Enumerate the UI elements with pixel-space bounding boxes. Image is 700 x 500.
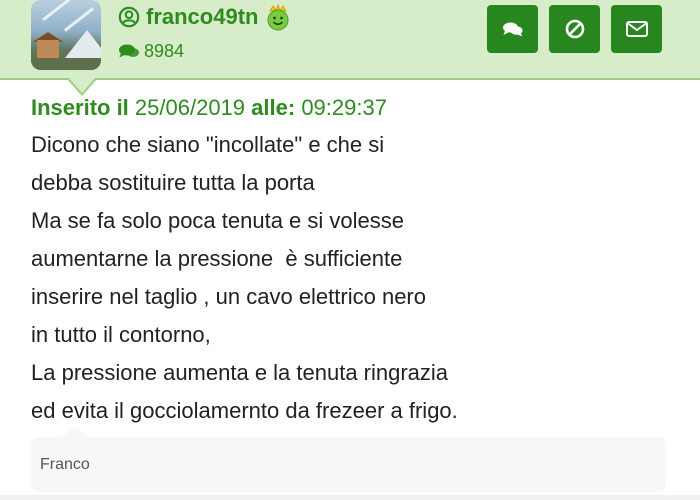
author-row: franco49tn xyxy=(118,2,292,32)
post-body: Dicono che siano "incollate" e che si de… xyxy=(31,126,671,430)
post-header: franco49tn 8984 xyxy=(0,0,700,80)
header-pointer-fill xyxy=(68,77,96,93)
block-user-button[interactable] xyxy=(549,5,600,53)
message-line: La pressione aumenta e la tenuta ringraz… xyxy=(31,360,449,385)
signature-text: Franco xyxy=(40,456,90,473)
message-line: debba sostituire tutta la porta xyxy=(31,170,315,195)
message-line: inserire nel taglio , un cavo elettrico … xyxy=(31,284,426,309)
chat-icon xyxy=(119,44,139,58)
post-date: 25/06/2019 xyxy=(134,95,246,120)
message-line: Dicono che siano "incollate" e che si xyxy=(31,132,385,157)
avatar-detail xyxy=(37,40,59,58)
avatar-detail xyxy=(31,58,101,70)
crown-smiley-icon xyxy=(267,3,289,31)
chat-button[interactable] xyxy=(487,5,538,53)
user-avatar[interactable] xyxy=(31,0,101,70)
post-count-row: 8984 xyxy=(118,40,184,62)
avatar-detail xyxy=(63,7,95,32)
send-message-button[interactable] xyxy=(611,5,662,53)
post-meta: Inserito il 25/06/2019 alle: 09:29:37 xyxy=(31,94,671,122)
ban-icon xyxy=(565,19,584,39)
message-line: in tutto il contorno, xyxy=(31,322,211,347)
avatar-detail xyxy=(65,30,101,58)
signature-box: Franco xyxy=(31,427,666,492)
message-line: Ma se fa solo poca tenuta e si volesse xyxy=(31,208,404,233)
inserted-label: Inserito il xyxy=(31,95,129,120)
envelope-icon xyxy=(625,21,648,37)
post-time: 09:29:37 xyxy=(301,95,387,120)
author-username[interactable]: franco49tn xyxy=(146,4,258,30)
time-label: alle: xyxy=(251,95,296,120)
author-post-count: 8984 xyxy=(144,40,185,61)
message-line: aumentarne la pressione è sufficiente xyxy=(31,246,403,271)
chat-bubbles-icon xyxy=(502,22,522,37)
bottom-divider xyxy=(0,495,700,500)
user-circle-icon xyxy=(118,6,140,28)
avatar-detail xyxy=(42,0,76,21)
message-line: ed evita il gocciolamernto da frezeer a … xyxy=(31,398,458,423)
signature-pointer xyxy=(61,427,89,437)
